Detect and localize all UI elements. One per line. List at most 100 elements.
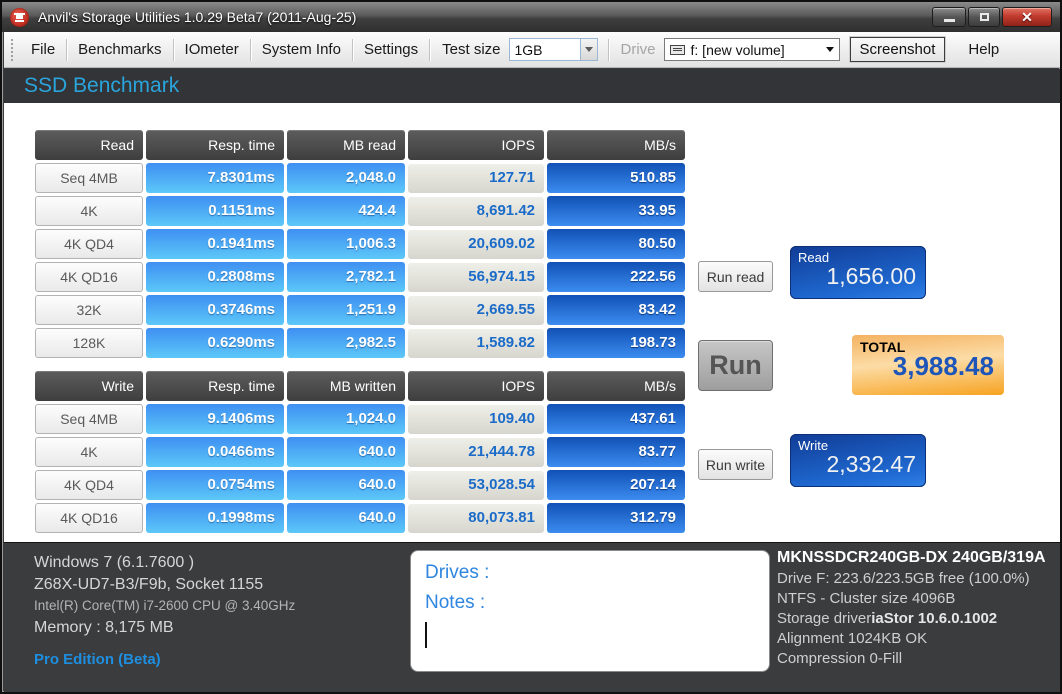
write-table-header: MB written — [287, 371, 405, 401]
write-table-header: Resp. time — [146, 371, 284, 401]
cell-resp-time: 0.3746ms — [146, 295, 284, 325]
alignment-info: Alignment 1024KB OK — [777, 630, 928, 647]
cell-mbs: 83.42 — [547, 295, 685, 325]
cell-iops: 1,589.82 — [408, 328, 544, 358]
row-label: 128K — [35, 328, 143, 358]
page-header: SSD Benchmark — [4, 69, 1060, 103]
write-table-header: IOPS — [408, 371, 544, 401]
write-table: Write Resp. time MB written IOPS MB/s Se… — [35, 371, 685, 533]
total-score-box: TOTAL 3,988.48 — [852, 335, 1004, 395]
cell-mbs: 312.79 — [547, 503, 685, 533]
filesystem-info: NTFS - Cluster size 4096B — [777, 590, 956, 607]
cell-mbs: 207.14 — [547, 470, 685, 500]
edition-label: Pro Edition (Beta) — [34, 651, 161, 668]
cell-iops: 8,691.42 — [408, 196, 544, 226]
row-label: Seq 4MB — [35, 404, 143, 434]
drive-label: Drive — [620, 41, 656, 58]
cell-mb: 1,006.3 — [287, 229, 405, 259]
cell-mbs: 80.50 — [547, 229, 685, 259]
read-score-box: Read 1,656.00 — [790, 246, 926, 299]
write-score-box: Write 2,332.47 — [790, 434, 926, 487]
menu-system-info[interactable]: System Info — [251, 35, 352, 64]
cell-resp-time: 7.8301ms — [146, 163, 284, 193]
app-icon — [10, 7, 29, 27]
drive-select-value: f: [new volume] — [690, 41, 785, 58]
cell-mb: 2,048.0 — [287, 163, 405, 193]
compression-info: Compression 0-Fill — [777, 650, 903, 667]
cell-iops: 2,669.55 — [408, 295, 544, 325]
cell-mb: 640.0 — [287, 503, 405, 533]
write-table-header: MB/s — [547, 371, 685, 401]
cell-resp-time: 0.0754ms — [146, 470, 284, 500]
cell-resp-time: 0.1151ms — [146, 196, 284, 226]
cell-mb: 2,782.1 — [287, 262, 405, 292]
cell-mb: 1,024.0 — [287, 404, 405, 434]
cell-iops: 56,974.15 — [408, 262, 544, 292]
read-table: Read Resp. time MB read IOPS MB/s Seq 4M… — [35, 130, 685, 358]
status-panel: Windows 7 (6.1.7600 ) Z68X-UD7-B3/F9b, S… — [4, 542, 1060, 692]
write-score-value: 2,332.47 — [826, 451, 916, 477]
cell-iops: 53,028.54 — [408, 470, 544, 500]
storage-driver-info: Storage driveriaStor 10.6.0.1002 — [777, 609, 1060, 629]
cell-iops: 127.71 — [408, 163, 544, 193]
total-score-value: 3,988.48 — [892, 351, 994, 381]
read-table-header: Resp. time — [146, 130, 284, 160]
cell-iops: 21,444.78 — [408, 437, 544, 467]
cell-mbs: 222.56 — [547, 262, 685, 292]
menu-help[interactable]: Help — [957, 35, 1010, 64]
cell-iops: 20,609.02 — [408, 229, 544, 259]
run-write-button[interactable]: Run write — [698, 449, 773, 480]
ssd-model: MKNSSDCR240GB-DX 240GB/319A — [777, 549, 1046, 566]
toolbar-grip[interactable] — [10, 37, 14, 62]
menu-file[interactable]: File — [20, 35, 66, 64]
close-button[interactable]: ✕ — [1002, 7, 1052, 27]
storage-driver-value: iaStor 10.6.0.1002 — [871, 610, 998, 627]
cell-resp-time: 0.1941ms — [146, 229, 284, 259]
cell-resp-time: 0.2808ms — [146, 262, 284, 292]
maximize-button[interactable] — [968, 7, 1000, 27]
read-table-header: MB read — [287, 130, 405, 160]
row-label: 32K — [35, 295, 143, 325]
cell-mbs: 83.77 — [547, 437, 685, 467]
drives-label: Drives : — [425, 562, 490, 583]
chevron-down-icon — [584, 47, 593, 52]
cell-mb: 1,251.9 — [287, 295, 405, 325]
cell-iops: 80,073.81 — [408, 503, 544, 533]
maximize-icon — [979, 13, 989, 21]
menu-benchmarks[interactable]: Benchmarks — [67, 35, 172, 64]
cell-mbs: 198.73 — [547, 328, 685, 358]
screenshot-button[interactable]: Screenshot — [849, 37, 946, 62]
row-label: 4K QD16 — [35, 503, 143, 533]
drive-icon — [669, 44, 685, 55]
menu-settings[interactable]: Settings — [353, 35, 429, 64]
cell-resp-time: 0.0466ms — [146, 437, 284, 467]
cell-resp-time: 9.1406ms — [146, 404, 284, 434]
chevron-down-icon — [825, 47, 834, 52]
read-score-value: 1,656.00 — [826, 263, 916, 289]
drive-capacity: Drive F: 223.6/223.5GB free (100.0%) — [777, 570, 1030, 587]
read-table-header: MB/s — [547, 130, 685, 160]
read-table-header: Read — [35, 130, 143, 160]
notes-textarea[interactable]: Drives : Notes : — [410, 550, 770, 672]
test-size-select[interactable]: 1GB — [508, 38, 581, 61]
menu-iometer[interactable]: IOmeter — [174, 35, 250, 64]
cell-mb: 640.0 — [287, 470, 405, 500]
row-label: 4K QD4 — [35, 229, 143, 259]
row-label: 4K — [35, 437, 143, 467]
run-button[interactable]: Run — [698, 340, 773, 391]
cell-mbs: 510.85 — [547, 163, 685, 193]
drive-select[interactable]: f: [new volume] — [663, 38, 840, 61]
minimize-button[interactable] — [932, 7, 966, 27]
row-label: Seq 4MB — [35, 163, 143, 193]
app-window: Anvil's Storage Utilities 1.0.29 Beta7 (… — [0, 0, 1062, 694]
storage-driver-label: Storage driver — [777, 610, 872, 627]
text-cursor — [425, 622, 427, 648]
system-info: Windows 7 (6.1.7600 ) Z68X-UD7-B3/F9b, S… — [34, 554, 295, 668]
cell-mbs: 33.95 — [547, 196, 685, 226]
close-icon: ✕ — [1021, 8, 1033, 25]
run-read-button[interactable]: Run read — [698, 261, 773, 292]
motherboard: Z68X-UD7-B3/F9b, Socket 1155 — [34, 576, 264, 593]
cell-mb: 2,982.5 — [287, 328, 405, 358]
memory-size: Memory : 8,175 MB — [34, 619, 174, 636]
test-size-dropdown-button[interactable] — [580, 38, 598, 61]
